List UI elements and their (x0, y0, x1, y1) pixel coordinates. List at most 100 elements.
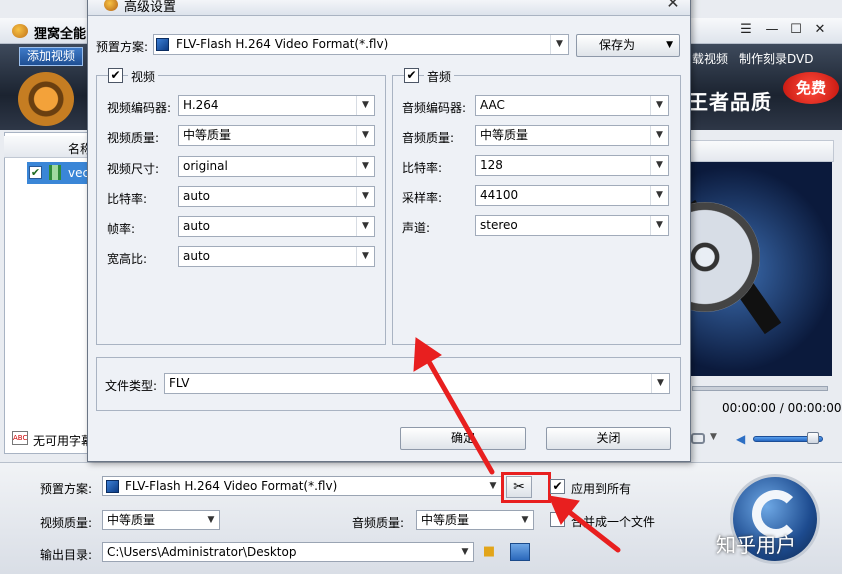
app-logo-icon (12, 24, 28, 38)
audio-quality-value: 中等质量 (480, 128, 529, 142)
audio-codec-select[interactable]: AAC ▼ (475, 95, 669, 116)
bottom-audio-quality-label: 音频质量: (352, 516, 405, 530)
file-type-select[interactable]: FLV ▼ (164, 373, 670, 394)
audio-quality-label: 音频质量: (402, 131, 455, 145)
preset-format-icon (106, 480, 119, 493)
channels-select[interactable]: stereo ▼ (475, 215, 669, 236)
ok-button[interactable]: 确定 (400, 427, 526, 450)
video-preview (690, 162, 832, 376)
seek-bar[interactable] (692, 386, 828, 391)
apply-all-label: 应用到所有 (571, 482, 632, 496)
dialog-preset-value: FLV-Flash H.264 Video Format(*.flv) (176, 37, 389, 51)
chevron-down-icon: ▼ (356, 217, 374, 236)
bottom-preset-value: FLV-Flash H.264 Video Format(*.flv) (125, 479, 338, 493)
output-dir-label: 输出目录: (40, 548, 93, 562)
dialog-preset-select[interactable]: FLV-Flash H.264 Video Format(*.flv) ▼ (153, 34, 569, 55)
output-dir-select[interactable]: C:\Users\Administrator\Desktop ▼ (102, 542, 474, 562)
time-readout: 00:00:00 / 00:00:00 (722, 401, 842, 415)
dialog-title-bar (88, 0, 690, 16)
save-as-button[interactable]: 保存为 ▼ (576, 34, 680, 57)
menu-icon[interactable]: ☰ (738, 22, 754, 38)
aspect-ratio-label: 宽高比: (107, 252, 148, 266)
chevron-down-icon: ▼ (666, 40, 673, 50)
row-file-name: vec (68, 166, 90, 180)
advanced-settings-button[interactable]: ✂ (506, 476, 532, 498)
video-group-title: 视频 (128, 68, 159, 85)
chevron-down-icon: ▼ (461, 547, 469, 557)
chevron-down-icon: ▼ (489, 481, 497, 491)
bottom-video-quality-value: 中等质量 (107, 513, 156, 527)
add-video-button[interactable]: 添加视频 (19, 47, 83, 66)
slogan-text: 王者品质 (688, 90, 772, 114)
video-bitrate-select[interactable]: auto ▼ (178, 186, 375, 207)
apply-all-checkbox[interactable]: ✔ (550, 479, 565, 494)
camera-icon[interactable] (691, 433, 705, 444)
chevron-down-icon: ▼ (521, 515, 529, 525)
audio-codec-value: AAC (480, 98, 505, 112)
bottom-audio-quality-select[interactable]: 中等质量 ▼ (416, 510, 534, 530)
video-bitrate-label: 比特率: (107, 192, 148, 206)
chevron-down-icon: ▼ (207, 515, 215, 525)
merge-files-label: 合并成一个文件 (571, 515, 656, 529)
camera-dropdown-icon[interactable]: ▼ (710, 432, 717, 442)
chevron-down-icon: ▼ (356, 157, 374, 176)
nav-make-dvd[interactable]: 制作刻录DVD (739, 50, 813, 67)
file-type-value: FLV (169, 376, 190, 390)
maximize-icon[interactable]: ☐ (788, 22, 804, 38)
chevron-down-icon: ▼ (651, 374, 669, 393)
video-size-select[interactable]: original ▼ (178, 156, 375, 177)
frame-rate-label: 帧率: (107, 222, 136, 236)
close-button[interactable]: 关闭 (546, 427, 671, 450)
folder-icon[interactable]: ■ (479, 543, 499, 561)
watermark-text: 知乎用户 (716, 533, 796, 557)
audio-quality-select[interactable]: 中等质量 ▼ (475, 125, 669, 146)
volume-slider-thumb[interactable] (806, 432, 819, 444)
sample-rate-select[interactable]: 44100 ▼ (475, 185, 669, 206)
dialog-title: 高级设置 (124, 0, 177, 15)
row-checkbox[interactable]: ✔ (29, 166, 42, 179)
audio-group-title: 音频 (424, 68, 455, 85)
bottom-audio-quality-value: 中等质量 (421, 513, 470, 527)
merge-files-checkbox[interactable] (550, 512, 565, 527)
dialog-close-icon[interactable]: ✕ (664, 0, 682, 12)
chevron-down-icon: ▼ (650, 96, 668, 115)
frame-rate-select[interactable]: auto ▼ (178, 216, 375, 237)
sample-rate-label: 采样率: (402, 191, 443, 205)
subtitle-icon: ABC (12, 431, 28, 445)
bottom-preset-select[interactable]: FLV-Flash H.264 Video Format(*.flv) ▼ (102, 476, 502, 496)
aspect-ratio-select[interactable]: auto ▼ (178, 246, 375, 267)
chevron-down-icon: ▼ (650, 156, 668, 175)
file-type-label: 文件类型: (105, 379, 158, 393)
aspect-ratio-value: auto (183, 249, 211, 263)
chevron-down-icon: ▼ (356, 126, 374, 145)
video-size-value: original (183, 159, 228, 173)
channels-label: 声道: (402, 221, 431, 235)
video-codec-value: H.264 (183, 98, 219, 112)
video-quality-label: 视频质量: (107, 131, 160, 145)
minimize-icon[interactable]: — (764, 22, 780, 38)
video-file-icon (49, 165, 61, 180)
dialog-preset-label: 预置方案: (96, 40, 149, 54)
audio-bitrate-select[interactable]: 128 ▼ (475, 155, 669, 176)
video-quality-select[interactable]: 中等质量 ▼ (178, 125, 375, 146)
output-dir-value: C:\Users\Administrator\Desktop (107, 545, 297, 559)
video-codec-label: 视频编码器: (107, 101, 172, 115)
bottom-video-quality-label: 视频质量: (40, 516, 93, 530)
open-folder-icon[interactable] (510, 543, 530, 561)
volume-icon[interactable]: ◀ (736, 432, 745, 446)
preview-header (690, 140, 834, 162)
channels-value: stereo (480, 218, 518, 232)
video-codec-select[interactable]: H.264 ▼ (178, 95, 375, 116)
audio-codec-label: 音频编码器: (402, 101, 467, 115)
chevron-down-icon: ▼ (356, 247, 374, 266)
bottom-video-quality-select[interactable]: 中等质量 ▼ (102, 510, 220, 530)
audio-bitrate-value: 128 (480, 158, 503, 172)
nav-download-video[interactable]: 载视频 (692, 50, 728, 67)
frame-rate-value: auto (183, 219, 211, 233)
subtitle-select[interactable]: 无可用字幕 (33, 432, 93, 449)
bottom-preset-label: 预置方案: (40, 482, 93, 496)
video-group-checkbox[interactable]: ✔ (108, 68, 123, 83)
audio-group-checkbox[interactable]: ✔ (404, 68, 419, 83)
free-badge: 免费 (783, 72, 839, 104)
main-close-icon[interactable]: ✕ (812, 22, 828, 38)
